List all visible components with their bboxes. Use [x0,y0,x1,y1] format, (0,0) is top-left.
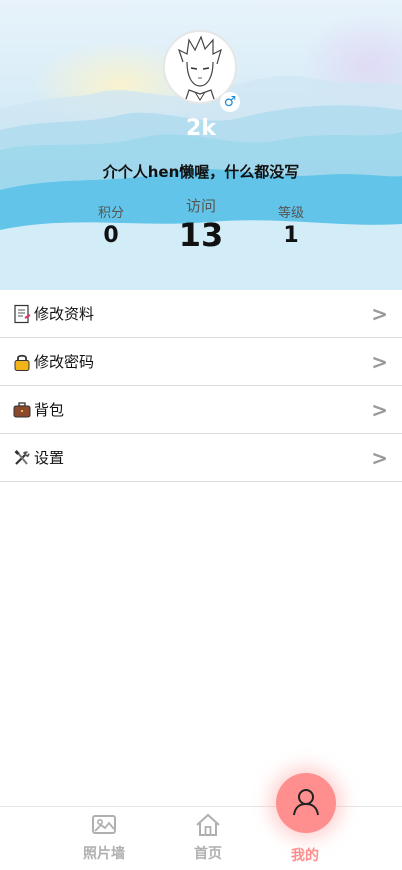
settings-menu: 修改资料 > 修改密码 > 背包 > 设置 > [0,290,402,482]
signature: 介个人hen懒喔，什么都没写 [102,163,300,181]
menu-item-edit-profile[interactable]: 修改资料 > [0,290,402,338]
nickname: 2k [186,116,216,141]
tools-icon [14,449,30,465]
gender-male-icon: ♂ [220,92,240,112]
chevron-right-icon: > [371,446,388,470]
tab-home[interactable]: 首页 [168,813,248,863]
stat-visits: 访问 13 [156,195,246,254]
stat-label: 访问 [185,197,216,215]
chevron-right-icon: > [371,302,388,326]
chevron-right-icon: > [371,350,388,374]
stat-level: 等级 1 [246,202,336,248]
tab-label: 首页 [194,846,222,862]
tab-photo-wall[interactable]: 照片墙 [64,813,144,863]
menu-item-label: 修改密码 [34,353,95,371]
anime-avatar-icon [177,35,222,102]
home-icon [196,813,220,836]
photo-wall-icon [92,815,116,834]
stat-value: 13 [178,216,224,254]
menu-item-change-password[interactable]: 修改密码 > [0,338,402,386]
tab-label: 照片墙 [83,846,125,862]
profile-header: ♂ 2k 介个人hen懒喔，什么都没写 积分 0 访问 13 等级 1 [0,0,402,290]
tab-mine-label[interactable]: 我的 [265,845,345,865]
menu-item-label: 设置 [34,449,65,467]
stat-label: 等级 [277,206,304,221]
stat-points: 积分 0 [66,202,156,248]
menu-item-settings[interactable]: 设置 > [0,434,402,482]
user-icon [293,789,319,816]
briefcase-icon [13,401,31,417]
stat-value: 0 [103,223,119,248]
menu-item-label: 背包 [34,401,65,419]
tab-mine-active-button[interactable] [276,773,336,833]
stat-value: 1 [283,223,299,248]
stat-label: 积分 [97,206,124,221]
lock-icon [14,354,30,371]
chevron-right-icon: > [371,398,388,422]
document-icon [14,304,31,323]
menu-item-backpack[interactable]: 背包 > [0,386,402,434]
menu-item-label: 修改资料 [34,305,95,323]
